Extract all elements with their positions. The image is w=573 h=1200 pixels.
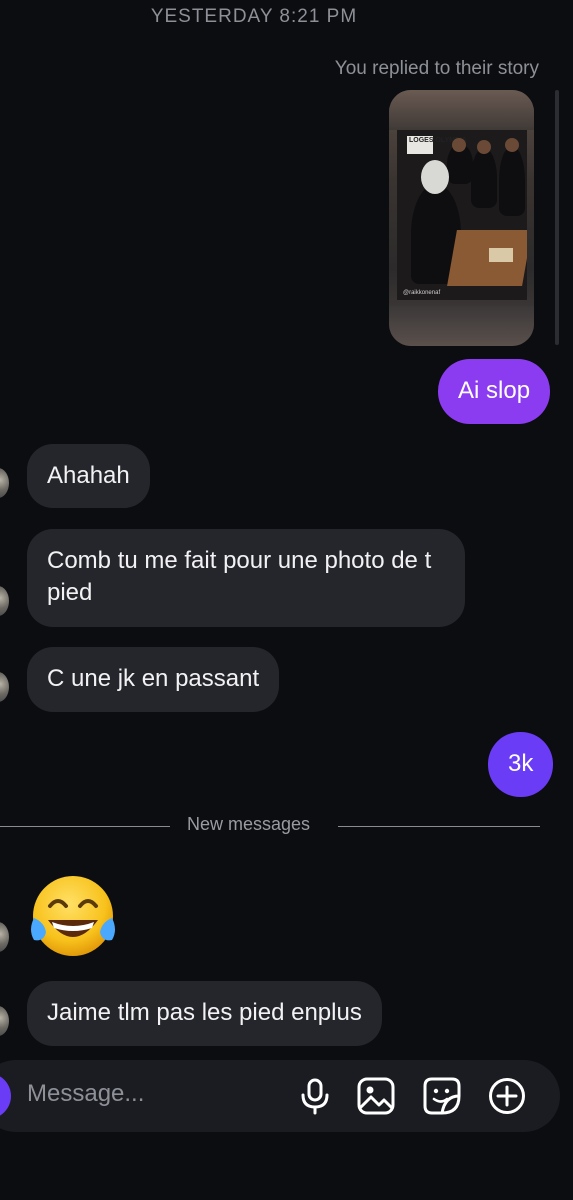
new-messages-label: New messages bbox=[187, 814, 311, 834]
gallery-icon[interactable] bbox=[356, 1076, 396, 1116]
contact-avatar[interactable] bbox=[0, 468, 9, 498]
contact-avatar[interactable] bbox=[0, 922, 9, 952]
story-table bbox=[447, 230, 527, 286]
story-face bbox=[505, 138, 519, 152]
add-icon[interactable] bbox=[487, 1076, 527, 1116]
message-input[interactable]: Message... bbox=[27, 1080, 144, 1108]
scrollbar[interactable] bbox=[555, 90, 559, 345]
bottom-safe-area bbox=[0, 1132, 573, 1200]
outgoing-message-bubble[interactable]: Ai slop bbox=[438, 359, 551, 424]
camera-button[interactable] bbox=[0, 1073, 11, 1119]
divider-line bbox=[338, 826, 540, 827]
story-figure bbox=[499, 146, 525, 216]
incoming-message-bubble[interactable]: Jaime tlm pas les pied enplus bbox=[27, 981, 382, 1046]
new-messages-divider: New messages bbox=[0, 812, 573, 840]
incoming-message-bubble[interactable]: Comb tu me fait pour une photo de t pied bbox=[27, 529, 465, 627]
outgoing-message-bubble[interactable]: 3k bbox=[488, 732, 554, 797]
story-face bbox=[452, 138, 466, 152]
divider-line bbox=[0, 826, 170, 827]
incoming-message-bubble[interactable]: C une jk en passant bbox=[27, 647, 280, 712]
story-blur-bottom bbox=[389, 306, 534, 346]
microphone-icon[interactable] bbox=[295, 1076, 335, 1116]
incoming-message-bubble[interactable]: Ahahah bbox=[27, 444, 150, 508]
message-composer[interactable]: Message... bbox=[0, 1060, 560, 1132]
contact-avatar[interactable] bbox=[0, 672, 9, 702]
story-blur-top bbox=[389, 90, 534, 130]
contact-avatar[interactable] bbox=[0, 586, 9, 616]
story-paper bbox=[489, 248, 513, 262]
thread-timestamp: YESTERDAY 8:21 PM bbox=[150, 6, 358, 27]
sticker-icon[interactable] bbox=[422, 1076, 462, 1116]
story-handle: @raikkonenaf bbox=[403, 290, 441, 296]
story-mask-face bbox=[421, 160, 449, 194]
story-figure bbox=[471, 148, 497, 208]
story-reply-note: You replied to their story bbox=[334, 58, 539, 79]
face-with-tears-of-joy-icon bbox=[31, 876, 115, 956]
story-thumbnail[interactable]: LOGES OLYMPIA @raikkonenaf bbox=[389, 90, 534, 346]
emoji-message[interactable] bbox=[28, 872, 118, 962]
story-photo: LOGES OLYMPIA @raikkonenaf bbox=[397, 130, 527, 300]
contact-avatar[interactable] bbox=[0, 1006, 9, 1036]
story-face bbox=[477, 140, 491, 154]
